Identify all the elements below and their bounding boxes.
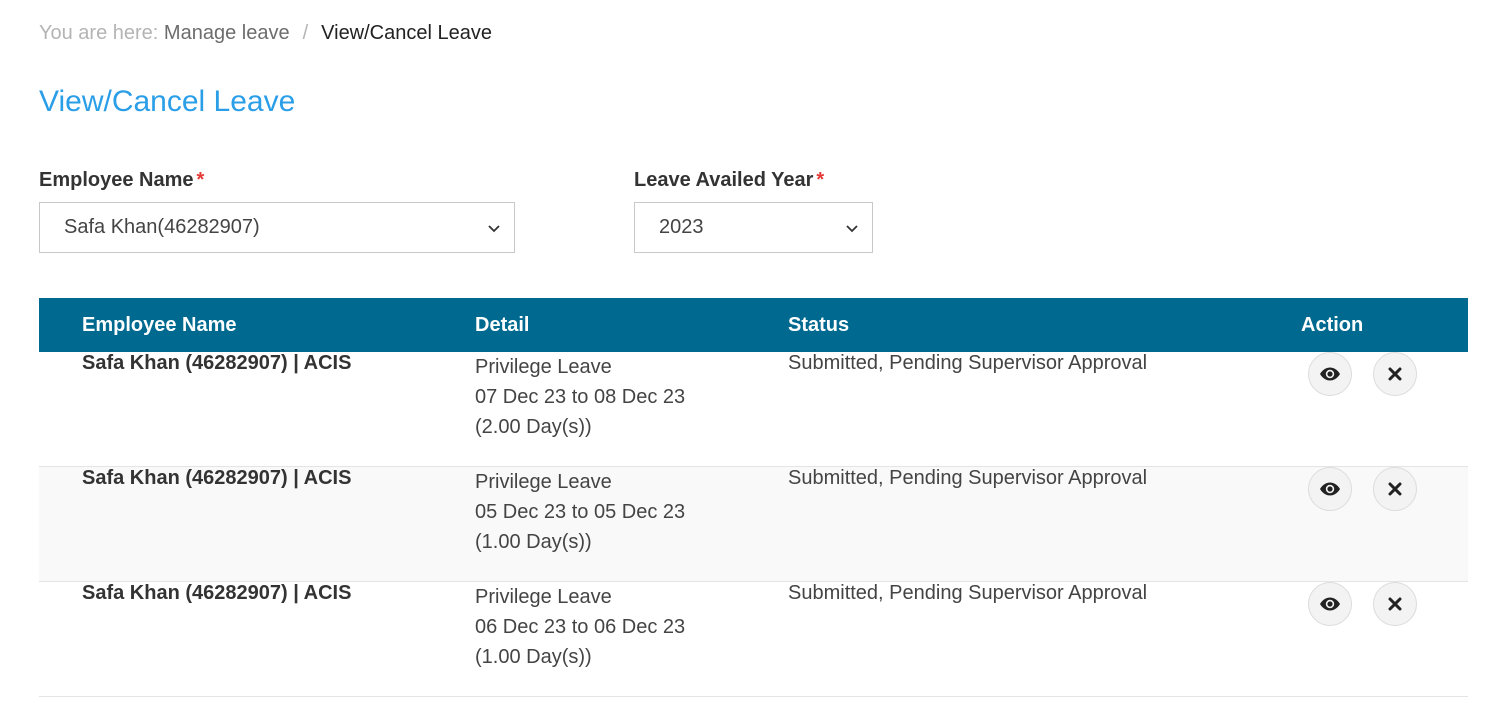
- breadcrumb-current: View/Cancel Leave: [321, 22, 492, 44]
- cancel-button[interactable]: [1373, 467, 1417, 511]
- table-header: Employee Name Detail Status Action: [39, 298, 1468, 352]
- row-days: (1.00 Day(s)): [475, 531, 592, 553]
- chevron-down-icon: [488, 225, 500, 233]
- row-detail: Privilege Leave 05 Dec 23 to 05 Dec 23 (…: [475, 467, 685, 557]
- page: You are here: Manage leave / View/Cancel L…: [0, 0, 1498, 703]
- leave-availed-year-field: Leave Availed Year * 2023: [634, 167, 873, 253]
- row-leave-type: Privilege Leave: [475, 356, 612, 378]
- table-row: Safa Khan (46282907) | ACIS Privilege Le…: [39, 467, 1468, 582]
- employee-name-select[interactable]: Safa Khan(46282907): [39, 202, 515, 253]
- row-actions: [1308, 467, 1417, 511]
- row-days: (2.00 Day(s)): [475, 416, 592, 438]
- required-mark: *: [196, 169, 205, 191]
- row-status: Submitted, Pending Supervisor Approval: [788, 582, 1148, 604]
- leave-availed-year-value: 2023: [659, 216, 704, 238]
- view-button[interactable]: [1308, 467, 1352, 511]
- eye-icon: [1320, 367, 1340, 381]
- cancel-button[interactable]: [1373, 582, 1417, 626]
- row-date-range: 05 Dec 23 to 05 Dec 23: [475, 501, 686, 523]
- breadcrumb: You are here: Manage leave / View/Cancel L…: [39, 20, 492, 46]
- table-row: Safa Khan (46282907) | ACIS Privilege Le…: [39, 352, 1468, 467]
- column-header-status: Status: [788, 314, 850, 336]
- employee-name-field: Employee Name * Safa Khan(46282907): [39, 167, 515, 253]
- table-row: Safa Khan (46282907) | ACIS Privilege Le…: [39, 582, 1468, 697]
- breadcrumb-separator: /: [302, 22, 309, 44]
- row-actions: [1308, 352, 1417, 396]
- chevron-down-icon: [846, 225, 858, 233]
- column-header-detail: Detail: [475, 314, 530, 336]
- page-title: View/Cancel Leave: [39, 85, 296, 118]
- row-leave-type: Privilege Leave: [475, 586, 612, 608]
- close-icon: [1388, 482, 1402, 496]
- row-date-range: 06 Dec 23 to 06 Dec 23: [475, 616, 686, 638]
- row-date-range: 07 Dec 23 to 08 Dec 23: [475, 386, 686, 408]
- row-employee-name: Safa Khan (46282907) | ACIS: [82, 582, 352, 604]
- row-employee-name: Safa Khan (46282907) | ACIS: [82, 352, 352, 374]
- leave-availed-year-select[interactable]: 2023: [634, 202, 873, 253]
- view-button[interactable]: [1308, 352, 1352, 396]
- row-days: (1.00 Day(s)): [475, 646, 592, 668]
- row-status: Submitted, Pending Supervisor Approval: [788, 467, 1148, 489]
- required-mark: *: [816, 169, 825, 191]
- column-header-action: Action: [1301, 314, 1364, 336]
- leave-availed-year-label: Leave Availed Year *: [634, 169, 825, 191]
- row-actions: [1308, 582, 1417, 626]
- leave-table: Employee Name Detail Status Action Safa …: [39, 298, 1468, 697]
- breadcrumb-prefix: You are here:: [39, 22, 159, 44]
- row-detail: Privilege Leave 07 Dec 23 to 08 Dec 23 (…: [475, 352, 685, 442]
- close-icon: [1388, 367, 1402, 381]
- eye-icon: [1320, 482, 1340, 496]
- breadcrumb-link-manage-leave[interactable]: Manage leave: [164, 22, 290, 44]
- row-detail: Privilege Leave 06 Dec 23 to 06 Dec 23 (…: [475, 582, 685, 672]
- close-icon: [1388, 597, 1402, 611]
- column-header-employee-name: Employee Name: [82, 314, 237, 336]
- row-employee-name: Safa Khan (46282907) | ACIS: [82, 467, 352, 489]
- cancel-button[interactable]: [1373, 352, 1417, 396]
- eye-icon: [1320, 597, 1340, 611]
- row-leave-type: Privilege Leave: [475, 471, 612, 493]
- employee-name-value: Safa Khan(46282907): [64, 216, 260, 238]
- view-button[interactable]: [1308, 582, 1352, 626]
- row-status: Submitted, Pending Supervisor Approval: [788, 352, 1148, 374]
- employee-name-label: Employee Name *: [39, 169, 205, 191]
